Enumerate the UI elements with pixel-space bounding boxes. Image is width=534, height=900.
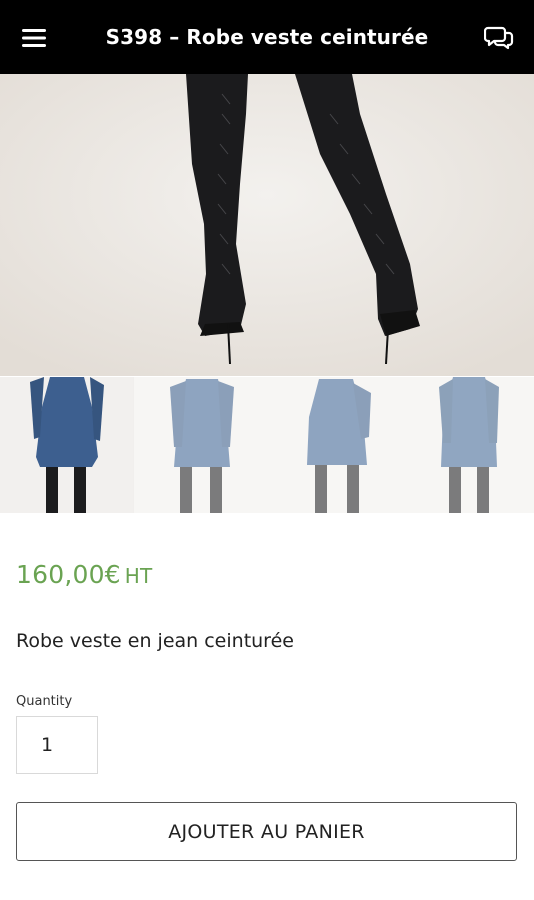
denim-dress-front-photo (0, 377, 133, 513)
price-unit: HT (124, 564, 153, 588)
denim-dress-back-photo (400, 377, 534, 513)
page-title: S398 – Robe veste ceinturée (105, 25, 429, 49)
thumbnail-1[interactable] (0, 377, 134, 513)
app-header: S398 – Robe veste ceinturée (0, 0, 534, 74)
product-price: 160,00€ HT (16, 560, 152, 589)
quantity-label: Quantity (16, 694, 73, 709)
thumbnail-strip (0, 377, 534, 513)
thumbnail-2[interactable] (133, 377, 267, 513)
main-product-image[interactable] (0, 74, 534, 376)
denim-dress-front-belt-photo (133, 377, 267, 513)
quantity-input[interactable] (16, 716, 98, 774)
add-to-cart-button[interactable]: AJOUTER AU PANIER (16, 802, 517, 861)
price-value: 160,00€ (16, 560, 121, 589)
denim-dress-side-photo (267, 377, 401, 513)
hamburger-menu-icon[interactable] (14, 20, 54, 56)
boots-legs-photo (0, 74, 534, 376)
chat-bubbles-icon[interactable] (480, 18, 520, 56)
thumbnail-4[interactable] (400, 377, 534, 513)
product-description: Robe veste en jean ceinturée (16, 630, 294, 652)
thumbnail-3[interactable] (267, 377, 401, 513)
